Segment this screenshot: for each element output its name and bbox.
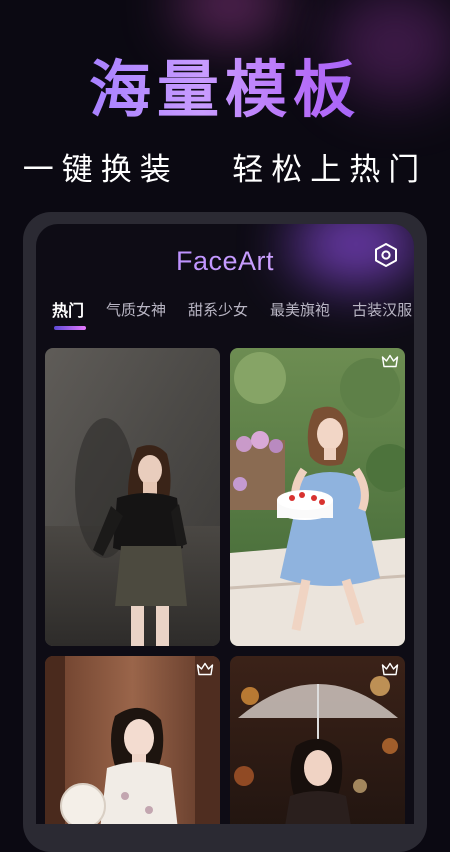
template-card[interactable]	[45, 348, 220, 646]
template-photo	[230, 348, 405, 646]
tab-active-indicator	[54, 326, 86, 330]
tab-sweet-girl[interactable]: 甜系少女	[188, 299, 248, 320]
template-photo	[230, 656, 405, 824]
template-card[interactable]	[230, 348, 405, 646]
premium-crown-icon	[381, 354, 399, 368]
category-tabs: 热门 气质女神 甜系少女 最美旗袍 古装汉服	[52, 294, 414, 324]
template-card[interactable]	[45, 656, 220, 824]
tab-elegant-goddess[interactable]: 气质女神	[106, 299, 166, 320]
template-photo	[45, 656, 220, 824]
tab-hanfu[interactable]: 古装汉服	[352, 299, 412, 320]
tab-qipao[interactable]: 最美旗袍	[270, 299, 330, 320]
app-title: FaceArt	[36, 246, 414, 277]
premium-crown-icon	[196, 662, 214, 676]
settings-hexagon-icon[interactable]	[373, 242, 399, 268]
premium-crown-icon	[381, 662, 399, 676]
app-screen: FaceArt 热门 气质女神 甜系少女 最美旗袍 古装汉服	[36, 224, 414, 824]
template-card[interactable]	[230, 656, 405, 824]
background-glow	[175, 0, 285, 40]
promo-subline: 一键换装 轻松上热门	[22, 152, 428, 188]
tab-hot[interactable]: 热门	[52, 297, 84, 321]
promo-headline: 海量模板	[0, 52, 450, 128]
template-photo	[45, 348, 220, 646]
